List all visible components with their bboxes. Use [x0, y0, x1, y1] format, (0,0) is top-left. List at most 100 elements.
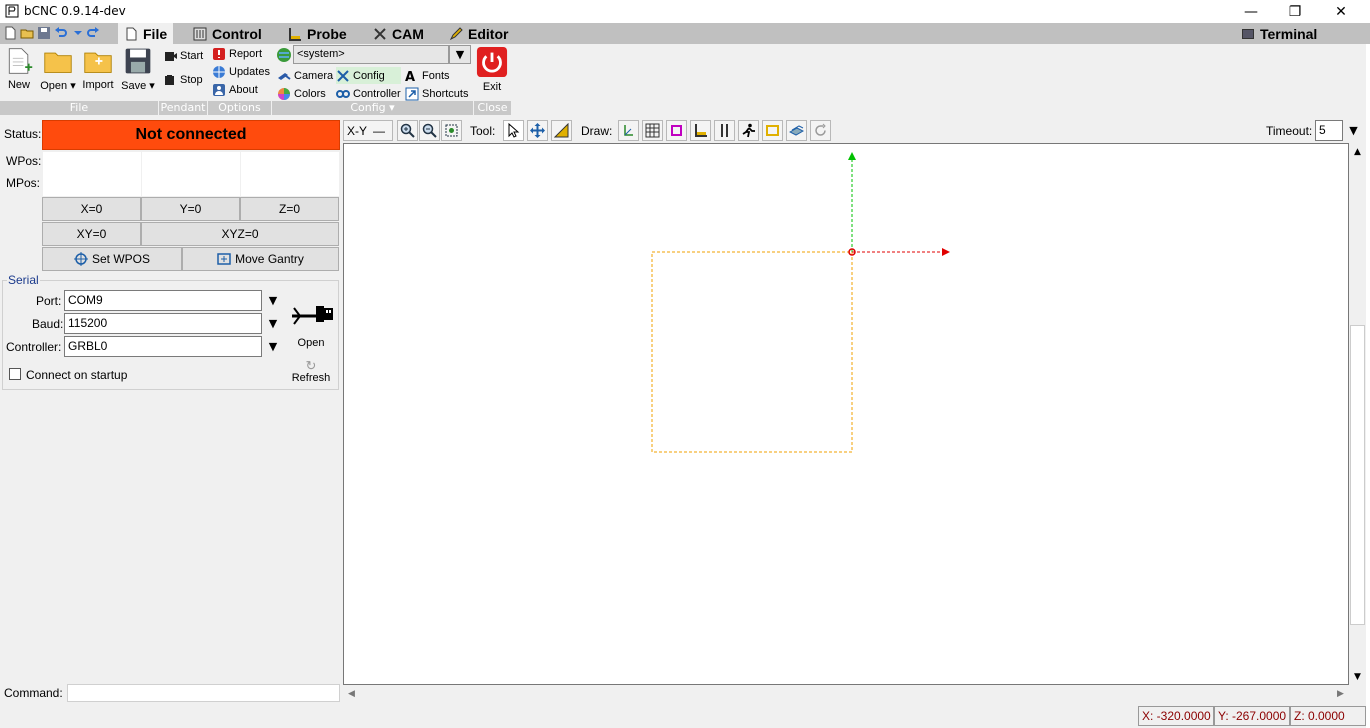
new-file-icon[interactable]	[3, 26, 17, 40]
z-zero-button[interactable]: Z=0	[240, 197, 339, 221]
xy-zero-button[interactable]: XY=0	[42, 222, 141, 246]
set-wpos-label: Set WPOS	[91, 252, 150, 266]
save-label: Save	[121, 80, 147, 92]
port-dropdown-icon[interactable]: ▼	[262, 290, 284, 311]
import-label: Import	[82, 79, 114, 91]
about-label: About	[229, 83, 258, 96]
draw-margin-button[interactable]	[666, 120, 687, 141]
baud-dropdown-icon[interactable]: ▼	[262, 313, 284, 334]
colors-button[interactable]: Colors	[277, 85, 326, 102]
import-button[interactable]: Import	[81, 46, 115, 91]
zoom-in-button[interactable]	[397, 120, 418, 141]
config-group-label[interactable]: Config ▾	[272, 101, 473, 115]
gcode-canvas[interactable]	[343, 143, 1349, 685]
save-icon[interactable]	[37, 26, 51, 40]
maximize-button[interactable]: ❐	[1272, 0, 1318, 23]
redraw-button[interactable]	[810, 120, 831, 141]
fonts-button[interactable]: A Fonts	[405, 67, 450, 84]
tab-file[interactable]: File	[118, 23, 174, 44]
refresh-button[interactable]: ↻ Refresh	[286, 359, 336, 389]
close-window-button[interactable]: ✕	[1318, 0, 1364, 23]
tab-probe[interactable]: Probe	[288, 23, 347, 44]
open-folder-icon[interactable]	[20, 26, 34, 40]
tab-cam[interactable]: CAM	[373, 23, 424, 44]
pan-tool-button[interactable]	[527, 120, 548, 141]
ruler-tool-button[interactable]	[551, 120, 572, 141]
draw-workarea-button[interactable]	[714, 120, 735, 141]
redo-icon[interactable]	[86, 26, 100, 40]
tab-control[interactable]: Control	[193, 23, 262, 44]
select-tool-button[interactable]	[503, 120, 524, 141]
vertical-scrollbar[interactable]: ▲ ▼	[1349, 143, 1366, 685]
tab-label: File	[143, 25, 168, 42]
new-button[interactable]: New	[3, 46, 35, 91]
draw-paths-button[interactable]	[762, 120, 783, 141]
zoom-out-button[interactable]	[419, 120, 440, 141]
shortcuts-arrow-icon	[405, 87, 419, 100]
timeout-dropdown-icon[interactable]: ▼	[1343, 120, 1364, 141]
fonts-label: Fonts	[422, 69, 450, 82]
port-field[interactable]: COM9	[64, 290, 262, 311]
command-input[interactable]	[67, 684, 340, 702]
set-wpos-button[interactable]: Set WPOS	[42, 247, 182, 271]
status-indicator[interactable]: Not connected	[42, 120, 340, 150]
control-tab-icon	[193, 27, 207, 40]
baud-label: Baud:	[32, 317, 64, 331]
draw-camera-button[interactable]	[786, 120, 807, 141]
scroll-down-icon[interactable]: ▼	[1349, 668, 1366, 685]
language-dropdown-icon[interactable]: ▼	[449, 45, 471, 64]
minimize-button[interactable]: —	[1228, 0, 1274, 23]
fit-to-screen-button[interactable]	[441, 120, 462, 141]
x-zero-button[interactable]: X=0	[42, 197, 141, 221]
config-button[interactable]: Config	[336, 67, 401, 84]
controller-field[interactable]: GRBL0	[64, 336, 262, 357]
pendant-start-button[interactable]: Start	[163, 47, 203, 64]
draw-rapid-button[interactable]	[738, 120, 759, 141]
language-select[interactable]: <system>	[293, 45, 449, 64]
z-position-display	[241, 152, 339, 196]
draw-axes-button[interactable]	[618, 120, 639, 141]
close-group-label: Close	[474, 101, 511, 115]
draw-probe-button[interactable]	[690, 120, 711, 141]
undo-list-icon[interactable]	[71, 26, 85, 40]
about-button[interactable]: About	[212, 81, 258, 98]
camera-label: Camera	[294, 69, 334, 82]
baud-field[interactable]: 115200	[64, 313, 262, 334]
draw-grid-button[interactable]	[642, 120, 663, 141]
report-button[interactable]: Report	[212, 45, 262, 62]
title-bar: bCNC 0.9.14-dev — ❐ ✕	[0, 0, 1370, 23]
save-button[interactable]: Save ▾	[118, 46, 158, 92]
controller-button[interactable]: Controller	[336, 85, 401, 102]
undo-icon[interactable]	[54, 26, 68, 40]
xyz-zero-button[interactable]: XYZ=0	[141, 222, 339, 246]
connect-on-startup-checkbox[interactable]	[9, 368, 21, 380]
move-gantry-button[interactable]: Move Gantry	[182, 247, 339, 271]
updates-button[interactable]: Updates	[212, 63, 270, 80]
controller-label: Controller	[353, 87, 401, 100]
app-icon	[5, 4, 19, 18]
view-select[interactable]: X-Y —	[343, 120, 393, 141]
x-coordinate-readout: X: -320.0000	[1138, 706, 1214, 726]
vertical-scroll-thumb[interactable]	[1350, 325, 1365, 625]
terminal-icon	[1242, 28, 1254, 39]
pendant-stop-button[interactable]: Stop	[163, 71, 203, 88]
serial-open-button[interactable]: Open	[286, 294, 336, 358]
tab-terminal[interactable]: Terminal	[1241, 23, 1317, 44]
margin-icon	[671, 125, 682, 136]
exit-button[interactable]: Exit	[475, 46, 509, 93]
camera-button[interactable]: Camera	[277, 67, 333, 84]
horizontal-scrollbar[interactable]: ◀ ▶	[343, 685, 1349, 702]
open-button[interactable]: Open ▾	[38, 46, 78, 92]
tab-editor[interactable]: Editor	[449, 23, 508, 44]
scroll-right-icon[interactable]: ▶	[1332, 685, 1349, 702]
controller-dropdown-icon[interactable]: ▼	[262, 336, 284, 357]
scroll-left-icon[interactable]: ◀	[343, 685, 360, 702]
scroll-up-icon[interactable]: ▲	[1349, 143, 1366, 160]
y-zero-button[interactable]: Y=0	[141, 197, 240, 221]
x-axis-arrow	[942, 248, 950, 256]
serial-open-label: Open	[297, 337, 325, 349]
timeout-field[interactable]: 5	[1315, 120, 1343, 141]
timeout-label: Timeout:	[1266, 123, 1313, 138]
fit-screen-icon	[445, 124, 458, 137]
shortcuts-button[interactable]: Shortcuts	[405, 85, 468, 102]
